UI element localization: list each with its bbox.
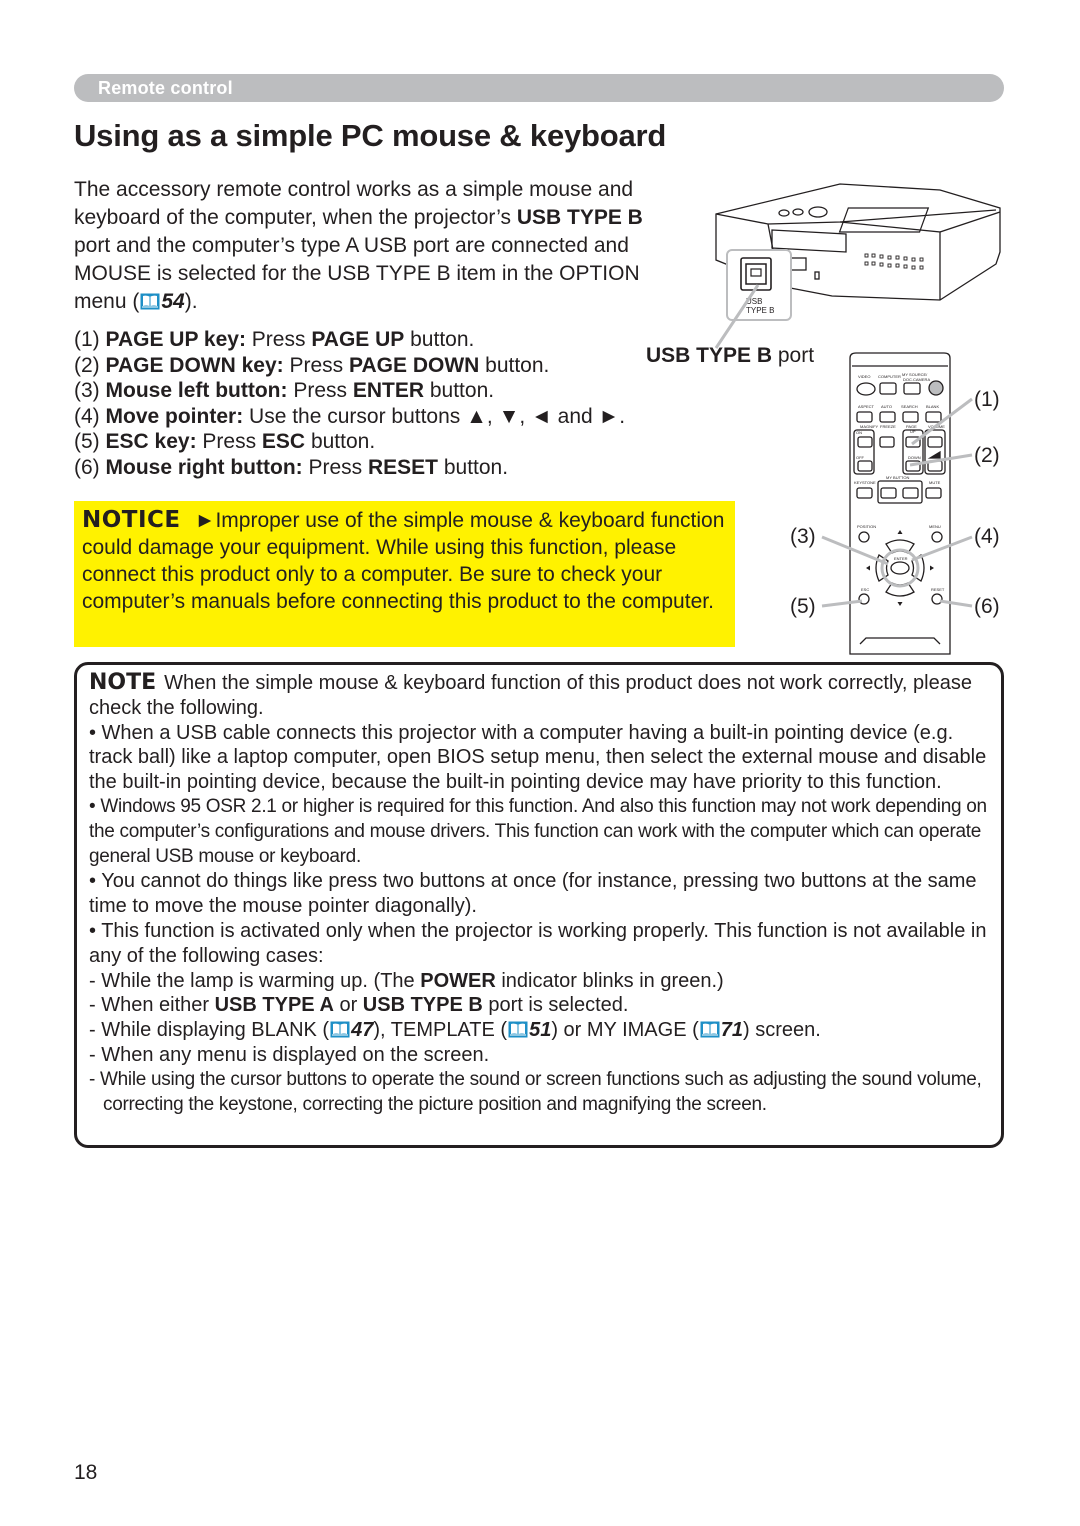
usb-port-tag-line2: TYPE B [746,306,774,315]
key-item-move-pointer: (4) Move pointer: Use the cursor buttons… [74,404,626,428]
svg-text:SEARCH: SEARCH [901,404,918,409]
section-header-bar: Remote control [74,74,1004,102]
page-reference-link[interactable]: 54 [161,290,184,313]
callout-1: (1) [974,388,1000,411]
note-box: NOTE When the simple mouse & keyboard fun… [74,662,1004,1148]
page-title: Using as a simple PC mouse & keyboard [74,118,667,153]
book-reference-icon [508,1021,528,1038]
svg-text:ASPECT: ASPECT [858,404,875,409]
svg-text:ENTER: ENTER [894,556,908,561]
note-bullet-activation: • This function is activated only when t… [89,919,987,967]
note-intro: When the simple mouse & keyboard functio… [89,672,972,719]
key-item-esc: (5) ESC key: Press ESC button. [74,430,376,454]
callout-2: (2) [974,444,1000,467]
book-reference-icon [330,1021,350,1038]
note-case-usb-selected: - When either USB TYPE A or USB TYPE B p… [89,994,629,1017]
remote-control-illustration: VIDEO COMPUTER MY SOURCE/DOC.CAMERA ASPE… [849,352,951,655]
svg-text:KEYSTONE: KEYSTONE [854,480,876,485]
usb-port-inset: USB TYPE B [714,249,792,349]
note-case-menu-displayed: - When any menu is displayed on the scre… [89,1043,490,1066]
svg-text:MUTE: MUTE [929,480,941,485]
book-reference-icon [140,293,160,310]
callout-4: (4) [974,525,1000,548]
section-header-label: Remote control [98,78,233,98]
notice-box: NOTICE ►Improper use of the simple mouse … [74,501,735,647]
svg-text:ON: ON [856,430,862,435]
svg-text:POSITION: POSITION [857,524,876,529]
svg-text:MY BUTTON: MY BUTTON [886,475,910,480]
svg-text:MENU: MENU [929,524,941,529]
svg-text:OFF: OFF [856,455,865,460]
projector-and-remote-illustration: USB TYPE B VIDEO COMPUTER MY SOURCE/DOC.… [714,183,1001,655]
callout-3: (3) [790,525,816,548]
key-item-mouse-right: (6) Mouse right button: Press RESET butt… [74,455,509,479]
svg-text:MAGNIFY: MAGNIFY [860,424,879,429]
key-item-page-down: (2) PAGE DOWN key: Press PAGE DOWN butto… [74,353,550,377]
callout-5: (5) [790,595,816,618]
note-bullet-two-buttons: • You cannot do things like press two bu… [89,870,977,918]
note-case-displaying-screens: - While displaying BLANK (47), TEMPLATE … [89,1019,821,1042]
note-tag: NOTE [89,670,157,695]
key-item-page-up: (1) PAGE UP key: Press PAGE UP button. [74,328,475,351]
svg-text:BLANK: BLANK [926,404,939,409]
note-case-cursor-buttons: - While using the cursor buttons to oper… [89,1068,982,1115]
notice-tag: NOTICE [82,507,181,533]
note-bullet-builtin-pointing: • When a USB cable connects this project… [89,721,987,794]
key-mapping-list: (1) PAGE UP key: Press PAGE UP button. (… [74,327,694,481]
svg-text:AUTO: AUTO [881,404,892,409]
page-reference-link[interactable]: 47 [351,1019,373,1041]
book-reference-icon [700,1021,720,1038]
page-number: 18 [74,1461,98,1484]
key-item-mouse-left: (3) Mouse left button: Press ENTER butto… [74,379,495,403]
intro-text-end: ). [184,290,198,313]
intro-usb-type-b: USB TYPE B [516,206,643,229]
svg-text:FREEZE: FREEZE [880,424,896,429]
svg-text:VIDEO: VIDEO [858,374,870,379]
note-case-lamp-warming: - While the lamp is warming up. (The POW… [89,969,724,992]
intro-paragraph: The accessory remote control works as a … [74,176,674,316]
callout-6: (6) [974,595,1000,618]
svg-text:RESET: RESET [931,587,945,592]
svg-text:DOWN: DOWN [908,455,921,460]
notice-arrow-icon: ► [194,509,216,532]
note-bullet-windows-requirement: • Windows 95 OSR 2.1 or higher is requir… [89,795,987,867]
svg-text:ESC: ESC [861,587,869,592]
page-reference-link[interactable]: 51 [529,1019,551,1041]
svg-text:COMPUTER: COMPUTER [878,374,901,379]
page-reference-link[interactable]: 71 [721,1019,743,1041]
svg-text:DOC.CAMERA: DOC.CAMERA [903,377,930,382]
